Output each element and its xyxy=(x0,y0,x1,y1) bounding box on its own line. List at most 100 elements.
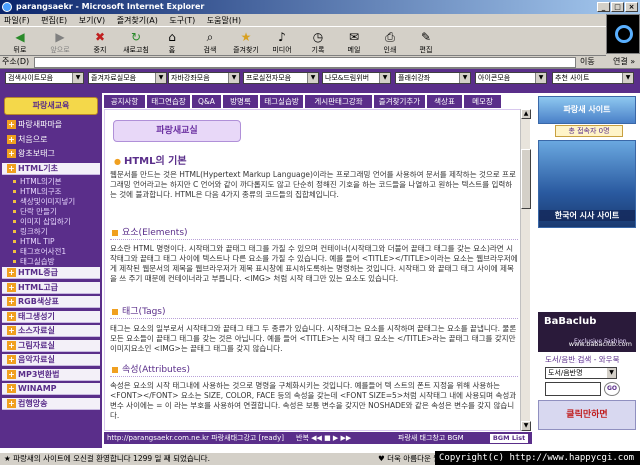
refresh-button[interactable]: ↻ 새로고침 xyxy=(118,30,154,54)
sidebar-item-12[interactable]: 태그실습방 xyxy=(12,257,100,267)
select-recommended-sites[interactable]: 추천 사이트 xyxy=(552,72,634,84)
stop-button[interactable]: ✖ 중지 xyxy=(82,30,118,54)
tab-4[interactable]: 태그실습방 xyxy=(260,95,304,108)
select-archive-sites[interactable]: 즐겨자료실모음 xyxy=(88,72,167,84)
sidebar-item-14[interactable]: HTML고급 xyxy=(2,281,100,294)
select-icon-sites[interactable]: 아이콘모음 xyxy=(475,72,547,84)
forward-arrow-icon: ▶ xyxy=(55,30,65,44)
section-heading-attributes: 속성(Attributes) xyxy=(110,364,518,377)
ie-throbber xyxy=(606,14,640,54)
sidebar-item-9[interactable]: 링크하기 xyxy=(12,227,100,237)
sidebar-item-16[interactable]: 태그생성기 xyxy=(2,310,100,323)
sidebar-item-4[interactable]: HTML의기본 xyxy=(12,177,100,187)
menu-favorites[interactable]: 즐겨찾기(A) xyxy=(117,16,158,25)
menu-view[interactable]: 보기(V) xyxy=(79,16,105,25)
maximize-button[interactable]: □ xyxy=(611,2,624,12)
sidebar-item-10[interactable]: HTML TIP xyxy=(12,237,100,247)
home-button[interactable]: ⌂ 홈 xyxy=(154,30,190,54)
book-search-go-button[interactable]: GO xyxy=(604,382,620,396)
tab-0[interactable]: 공지사항 xyxy=(104,95,146,108)
ad-title: BaBaclub xyxy=(544,316,597,327)
section-text-tags: 태그는 요소의 일부로서 시작태그와 끝태그 태그 두 종류가 있습니다. 시작… xyxy=(110,324,517,353)
address-input[interactable] xyxy=(34,57,576,68)
ie-logo-icon xyxy=(2,2,12,12)
links-button[interactable]: 연결 » xyxy=(613,56,635,68)
minimize-button[interactable]: _ xyxy=(597,2,610,12)
sidebar-item-13[interactable]: HTML중급 xyxy=(2,267,100,279)
sidebar-item-15[interactable]: RGB색상표 xyxy=(2,296,100,308)
sidebar-item-1[interactable]: 처음으로 xyxy=(2,134,100,146)
tab-5[interactable]: 게시판태그강좌 xyxy=(305,95,373,108)
media-button[interactable]: ♪ 미디어 xyxy=(264,30,300,54)
content-banner: 파랑새교실 xyxy=(113,120,241,142)
site-logo[interactable]: 파랑새교육 xyxy=(4,97,98,115)
back-button[interactable]: ◀ 뒤로 xyxy=(2,30,38,54)
history-icon: ◷ xyxy=(312,30,324,44)
tab-1[interactable]: 태그연습장 xyxy=(147,95,191,108)
sidebar-item-3[interactable]: HTML기초 xyxy=(2,162,100,175)
aquarium-banner[interactable]: 한국어 시사 사이트 xyxy=(538,140,636,228)
sidebar-item-21[interactable]: WINAMP xyxy=(2,383,100,395)
sidebar-item-7[interactable]: 단락 만들기 xyxy=(12,207,100,217)
scroll-down-arrow-icon[interactable]: ▼ xyxy=(521,421,531,431)
page-title: HTML의 기본 xyxy=(114,152,187,167)
select-search-sites[interactable]: 검색사이트모음 xyxy=(5,72,84,84)
sidebar-item-20[interactable]: MP3변환법 xyxy=(2,368,100,381)
select-pro-sites[interactable]: 프로실전자모음 xyxy=(243,72,319,84)
star-icon: ★ xyxy=(240,30,252,44)
print-button[interactable]: ⎙ 인쇄 xyxy=(372,30,408,54)
sidebar-item-17[interactable]: 소스자료실 xyxy=(2,325,100,337)
sidebar-item-18[interactable]: 그림자료실 xyxy=(2,339,100,352)
go-button[interactable]: 이동 xyxy=(580,56,595,68)
bgm-title: 파랑새 태그창고 BGM xyxy=(398,434,464,442)
status-text: ★ 파랑새의 사이트에 오신걸 환영합니다 1299 일 째 되었습니다. xyxy=(4,454,210,463)
toolbar: ◀ 뒤로 ▶ 앞으로 ✖ 중지 ↻ 새로고침 ⌂ 홈 ⌕ 검색 ★ 즐겨찾기 ♪ 미디어 ◷ 기록… xyxy=(0,28,606,56)
edit-button[interactable]: ✎ 편집 xyxy=(408,30,444,54)
forward-button[interactable]: ▶ 앞으로 xyxy=(42,30,78,54)
sidebar-item-22[interactable]: 컴행앙송 xyxy=(2,397,100,410)
select-namo-sites[interactable]: 나모&드림위버 xyxy=(322,72,391,84)
refresh-icon: ↻ xyxy=(130,30,142,44)
media-icon: ♪ xyxy=(278,30,286,44)
select-flash-sites[interactable]: 플래쉬강좌 xyxy=(395,72,471,84)
close-button[interactable]: × xyxy=(625,2,638,12)
ad-subtitle: Exclusive Fashion Style xyxy=(574,338,627,365)
menu-help[interactable]: 도움말(H) xyxy=(207,16,241,25)
sidebar-item-5[interactable]: HTML의구조 xyxy=(12,187,100,197)
tab-7[interactable]: 색상표 xyxy=(427,95,463,108)
sidebar-item-6[interactable]: 색상및이미지넣기 xyxy=(12,197,100,207)
bgm-controls[interactable]: 반복 ◀◀ ■ ▶ ▶▶ xyxy=(296,433,351,443)
menu-tools[interactable]: 도구(T) xyxy=(169,16,195,25)
bgm-list-button[interactable]: BGM List xyxy=(490,434,528,443)
tab-2[interactable]: Q&A xyxy=(192,95,222,108)
visitor-count: 총 접속자 0명 xyxy=(555,125,623,137)
click-banner[interactable]: 클릭만하면 xyxy=(538,400,636,430)
tab-3[interactable]: 방명록 xyxy=(223,95,259,108)
visit-banner[interactable]: 파랑새 사이트 xyxy=(538,96,636,124)
sidebar-item-8[interactable]: 이미지 삽입하기 xyxy=(12,217,100,227)
scroll-thumb[interactable] xyxy=(521,149,531,209)
menu-edit[interactable]: 편집(E) xyxy=(41,16,67,25)
favorites-button[interactable]: ★ 즐겨찾기 xyxy=(228,30,264,54)
mail-button[interactable]: ✉ 메일 xyxy=(336,30,372,54)
mail-icon: ✉ xyxy=(348,30,360,44)
tab-8[interactable]: 메모장 xyxy=(464,95,502,108)
book-search-select[interactable]: 도서/음반명 xyxy=(545,367,617,379)
book-search-input[interactable] xyxy=(545,382,601,396)
menu-file[interactable]: 파일(F) xyxy=(4,16,30,25)
home-icon: ⌂ xyxy=(168,30,176,44)
sidebar-item-0[interactable]: 파랑새파마을 xyxy=(2,119,100,131)
intro-paragraph: 웹문서를 만드는 것은 HTML(Hypertext Markup Langua… xyxy=(110,170,516,199)
copyright-overlay: Copyright(c) http://www.happycgi.com xyxy=(435,451,640,465)
sidebar-item-2[interactable]: 왕초보태그 xyxy=(2,148,100,160)
select-java-sites[interactable]: 자바강좌모음 xyxy=(168,72,240,84)
sidebar-item-19[interactable]: 음악자료실 xyxy=(2,354,100,366)
content-scrollbar[interactable]: ▲ ▼ xyxy=(520,109,531,431)
search-button[interactable]: ⌕ 검색 xyxy=(192,30,228,54)
sidebar-item-11[interactable]: 태그흐어사전1 xyxy=(12,247,100,257)
scroll-up-arrow-icon[interactable]: ▲ xyxy=(521,109,531,119)
ie-throbber-icon xyxy=(615,25,633,43)
menu-bar: 파일(F) 편집(E) 보기(V) 즐겨찾기(A) 도구(T) 도움말(H) xyxy=(0,14,640,27)
tab-6[interactable]: 즐겨찾기추가 xyxy=(374,95,426,108)
history-button[interactable]: ◷ 기록 xyxy=(300,30,336,54)
